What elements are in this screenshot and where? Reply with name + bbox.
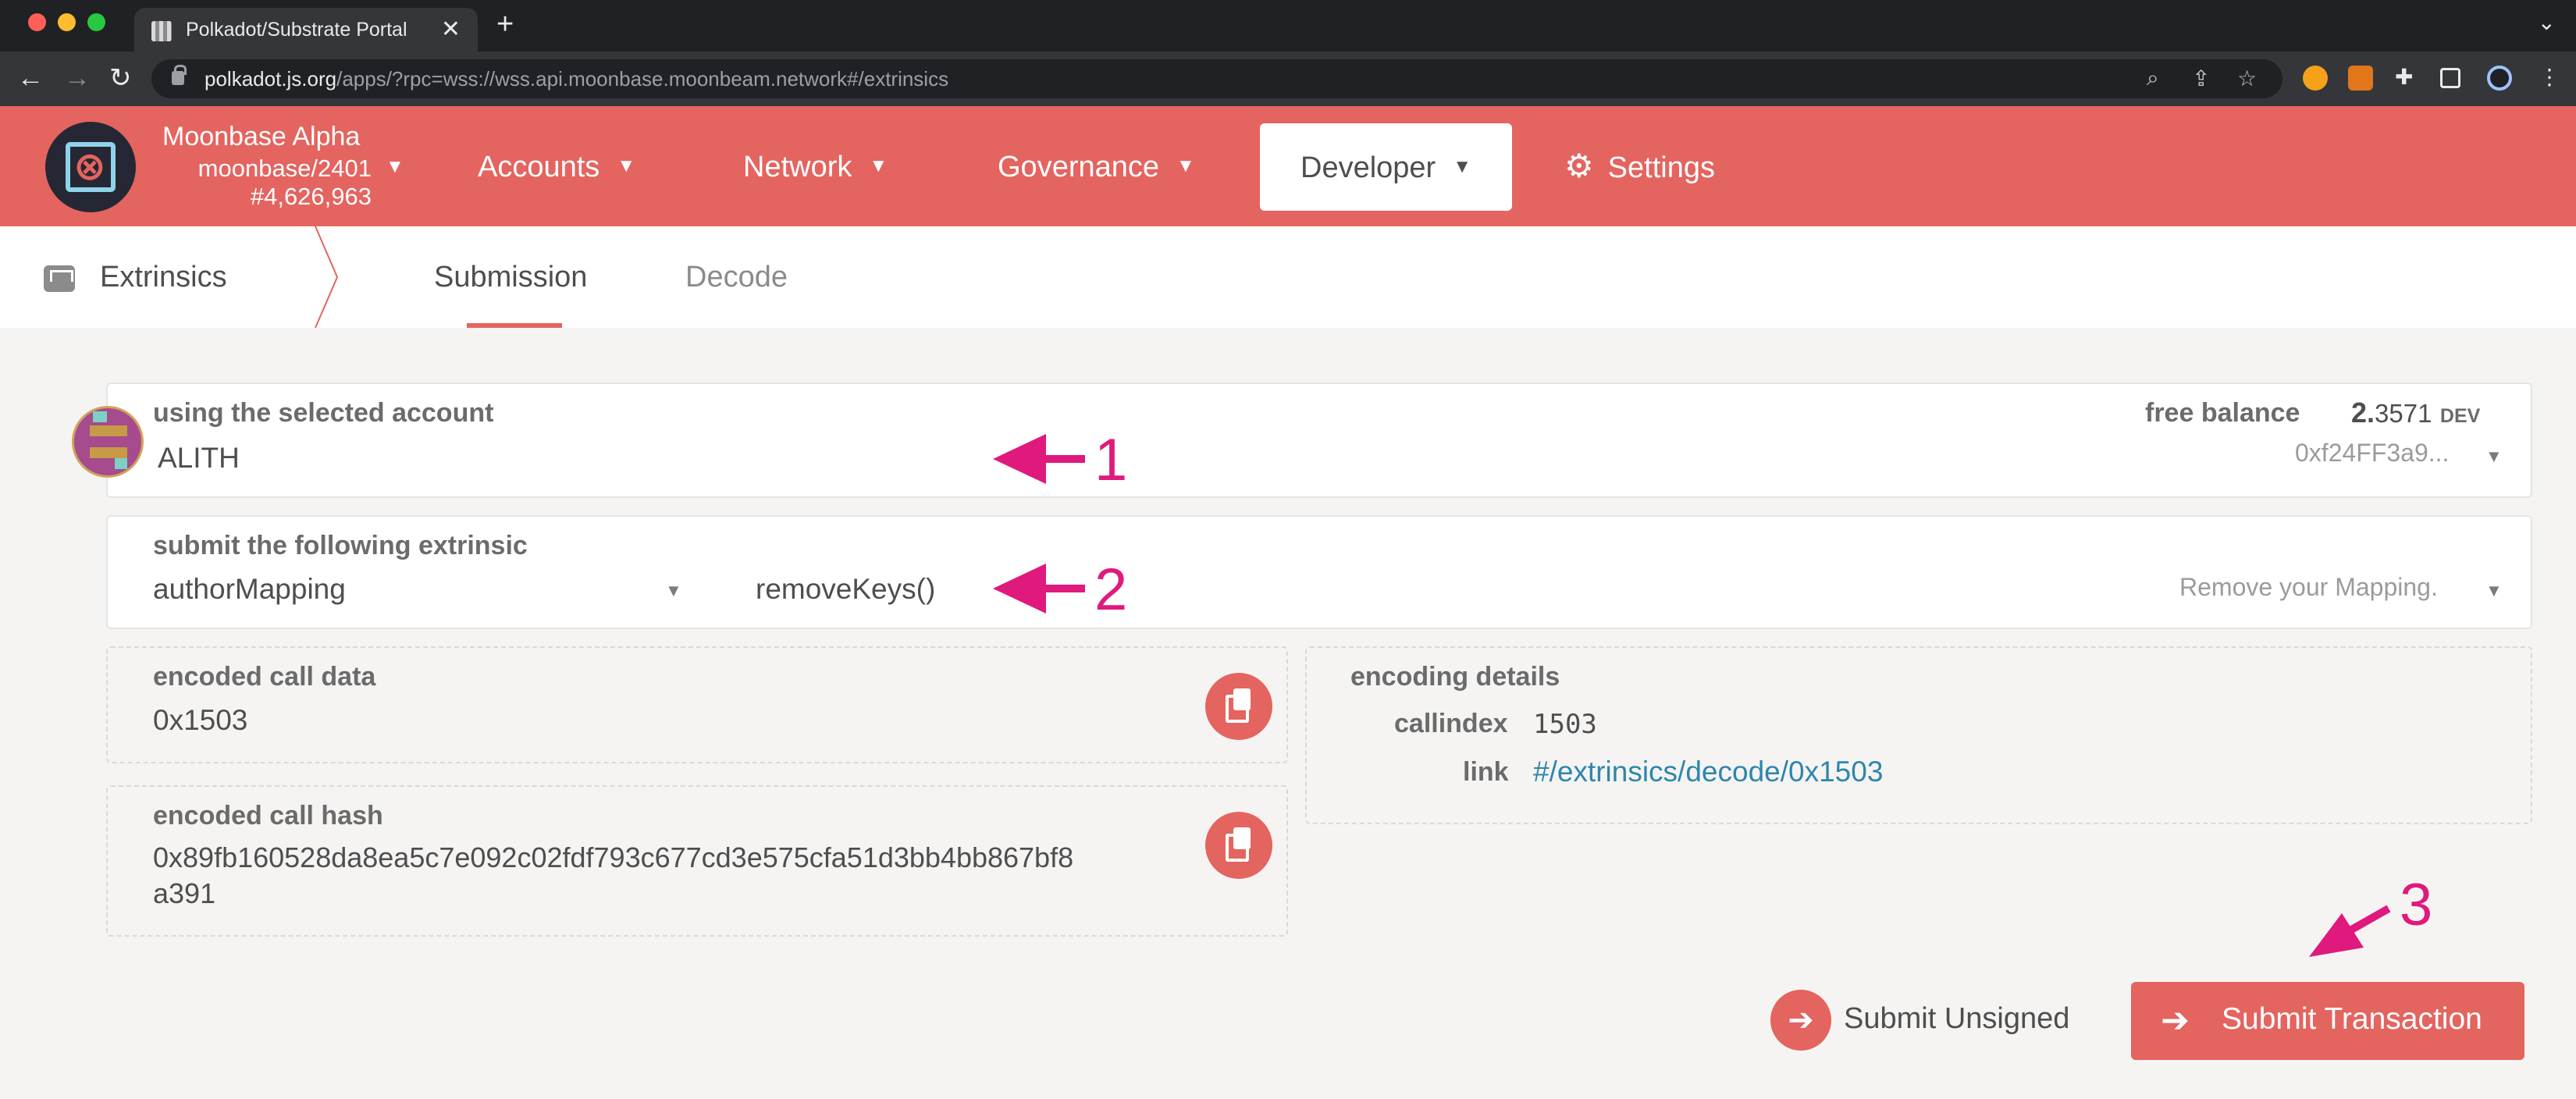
sub-navigation: Extrinsics Submission Decode (0, 226, 2576, 328)
sign-in-icon: ➔ (2161, 1001, 2190, 1040)
inbox-icon (44, 265, 75, 292)
tab-title: Polkadot/Substrate Portal (186, 19, 407, 41)
method-select[interactable]: removeKeys() (756, 573, 935, 606)
link-label: link (1463, 757, 1509, 787)
breadcrumb-chevron-icon (315, 226, 339, 328)
account-label: using the selected account (153, 398, 494, 428)
chevron-down-icon[interactable]: ▼ (2485, 446, 2503, 467)
decode-link[interactable]: #/extrinsics/decode/0x1503 (1533, 756, 1883, 788)
account-identicon (72, 406, 144, 478)
method-description: Remove your Mapping. (2179, 573, 2438, 601)
window-maximize-button[interactable] (87, 13, 105, 31)
lock-icon (172, 65, 187, 85)
address-bar[interactable]: polkadot.js.org/apps/?rpc=wss://wss.api.… (151, 59, 2282, 98)
extrinsic-label: submit the following extrinsic (153, 531, 528, 560)
account-address: 0xf24FF3a9... (2295, 439, 2450, 467)
nav-accounts[interactable]: Accounts ▼ (478, 106, 635, 226)
browser-toolbar: ← → ↻ polkadot.js.org/apps/?rpc=wss://ws… (0, 52, 2576, 106)
url-text[interactable]: polkadot.js.org/apps/?rpc=wss://wss.api.… (205, 67, 948, 91)
app-header: ⊗ Moonbase Alpha moonbase/2401 ▼ #4,626,… (0, 106, 2576, 226)
zoom-icon[interactable]: ⌕ (2147, 66, 2159, 91)
chevron-down-icon: ▼ (617, 155, 636, 176)
nav-settings[interactable]: ⚙ Settings (1564, 106, 1715, 226)
account-name: ALITH (158, 442, 240, 474)
chain-spec[interactable]: moonbase/2401 (198, 155, 372, 183)
tab-submission[interactable]: Submission (434, 261, 587, 294)
side-panel-icon[interactable] (2440, 68, 2460, 88)
tab-decode[interactable]: Decode (685, 261, 788, 294)
encoding-details: encoding details callindex 1503 link #/e… (1305, 646, 2532, 824)
active-tab-indicator (467, 323, 562, 328)
extensions-puzzle-icon[interactable]: ✚ (2395, 64, 2413, 90)
call-data-label: encoded call data (153, 662, 376, 692)
polkadot-extension-icon[interactable] (2303, 66, 2328, 91)
browser-menu-icon[interactable]: ⋮ (2539, 64, 2560, 90)
chain-selector-caret-icon[interactable]: ▼ (386, 156, 404, 178)
account-selector[interactable]: using the selected account ALITH free ba… (106, 382, 2532, 498)
module-select[interactable]: authorMapping (153, 573, 346, 606)
call-hash-label: encoded call hash (153, 801, 383, 830)
call-hash-value-line1: 0x89fb160528da8ea5c7e092c02fdf793c677cd3… (153, 841, 1074, 873)
window-close-button[interactable] (28, 13, 46, 31)
chevron-down-icon[interactable]: ▼ (665, 581, 682, 601)
annotation-number: 1 (1094, 427, 1128, 493)
copy-icon[interactable] (1205, 812, 1272, 879)
bookmark-star-icon[interactable]: ☆ (2237, 66, 2257, 91)
chain-name[interactable]: Moonbase Alpha (162, 122, 360, 152)
section-title: Extrinsics (100, 261, 227, 293)
gears-icon: ⚙ (1564, 148, 1594, 184)
call-hash-value-line2: a391 (153, 877, 216, 909)
profile-avatar-icon[interactable] (2487, 66, 2512, 91)
chevron-down-icon: ▼ (1176, 155, 1195, 176)
sign-in-icon[interactable]: ➔ (1770, 990, 1831, 1051)
chevron-down-icon: ▼ (1453, 156, 1471, 177)
extrinsic-selector: submit the following extrinsic authorMap… (106, 515, 2532, 629)
window-minimize-button[interactable] (58, 13, 76, 31)
chevron-down-icon: ▼ (869, 155, 888, 176)
chevron-down-icon[interactable]: ▼ (2485, 581, 2503, 601)
moonbase-logo[interactable]: ⊗ (45, 122, 136, 212)
free-balance-label: free balance (2145, 398, 2300, 428)
browser-tab[interactable]: Polkadot/Substrate Portal ✕ (134, 8, 478, 52)
encoded-call-data: encoded call data 0x1503 (106, 646, 1288, 763)
browser-tab-bar: Polkadot/Substrate Portal ✕ + ⌄ (0, 0, 2576, 52)
encoded-call-hash: encoded call hash 0x89fb160528da8ea5c7e0… (106, 785, 1288, 937)
share-icon[interactable]: ⇪ (2192, 66, 2210, 91)
reload-icon[interactable]: ↻ (109, 62, 132, 94)
metamask-icon[interactable] (2348, 66, 2373, 91)
nav-network[interactable]: Network ▼ (743, 106, 888, 226)
nav-developer[interactable]: Developer ▼ (1260, 123, 1512, 211)
submit-transaction-label: Submit Transaction (2222, 1002, 2482, 1036)
call-data-value: 0x1503 (153, 704, 248, 736)
forward-icon[interactable]: → (64, 62, 91, 94)
free-balance-value: 2.3571 DEV (2351, 397, 2481, 429)
annotation-number: 2 (1094, 557, 1128, 623)
submit-transaction-button[interactable]: ➔ Submit Transaction (2131, 982, 2524, 1060)
callindex-value: 1503 (1533, 709, 1597, 740)
copy-icon[interactable] (1205, 673, 1272, 740)
tab-search-chevron-icon[interactable]: ⌄ (2538, 9, 2556, 35)
nav-governance[interactable]: Governance ▼ (998, 106, 1195, 226)
submit-unsigned-button[interactable]: Submit Unsigned (1844, 1002, 2069, 1036)
encoding-details-label: encoding details (1350, 662, 1560, 692)
tab-close-icon[interactable]: ✕ (441, 16, 461, 43)
new-tab-button[interactable]: + (496, 8, 514, 41)
best-block-number: #4,626,963 (250, 183, 372, 210)
annotation-number: 3 (2400, 872, 2433, 938)
back-icon[interactable]: ← (17, 62, 44, 94)
callindex-label: callindex (1394, 709, 1508, 738)
favicon-icon (151, 21, 172, 41)
